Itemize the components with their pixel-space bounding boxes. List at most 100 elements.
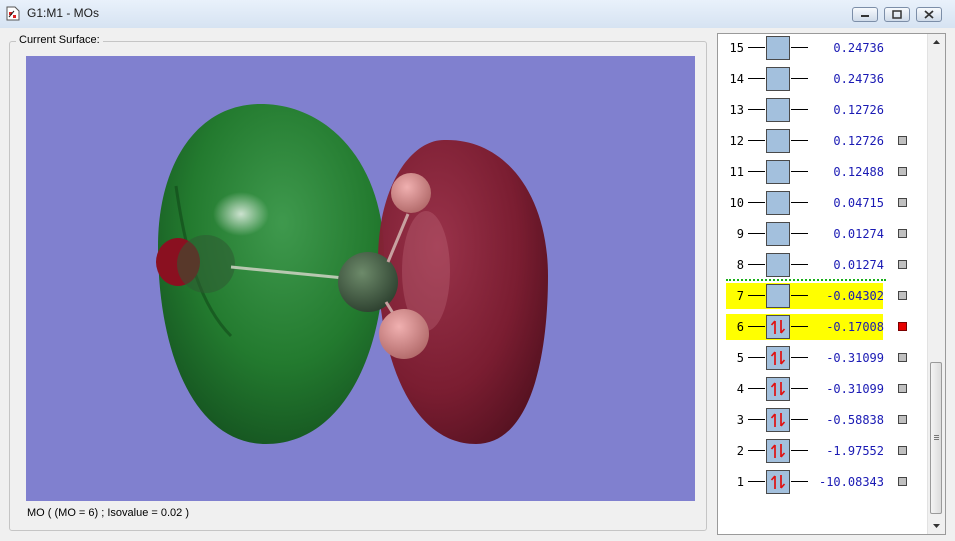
level-line-left xyxy=(748,109,765,110)
scroll-up-button[interactable] xyxy=(928,34,945,50)
mo-list-scrollbar[interactable] xyxy=(927,34,945,534)
level-line-left xyxy=(748,481,765,482)
mo-surface-checkbox[interactable] xyxy=(898,446,907,455)
level-line-left xyxy=(748,78,765,79)
hydrogen-atom xyxy=(391,173,431,213)
minimize-button[interactable] xyxy=(852,7,878,22)
mo-surface-checkbox[interactable] xyxy=(898,229,907,238)
mo-number: 8 xyxy=(736,258,744,272)
mo-surface-checkbox[interactable] xyxy=(898,477,907,486)
level-line-left xyxy=(748,450,765,451)
mo-number: 5 xyxy=(736,351,744,365)
electron-pair-icon xyxy=(770,444,786,458)
mo-energy: -0.58838 xyxy=(826,413,884,427)
chevron-up-icon xyxy=(933,40,940,44)
mo-level-box[interactable] xyxy=(766,129,790,153)
level-line-left xyxy=(748,326,765,327)
mo-surface-checkbox[interactable] xyxy=(898,136,907,145)
mo-row[interactable]: 3 -0.58838 xyxy=(718,407,926,433)
electron-pair-icon xyxy=(770,320,786,334)
mo-number: 9 xyxy=(736,227,744,241)
mo-energy: -0.04302 xyxy=(826,289,884,303)
mo-level-box[interactable] xyxy=(766,191,790,215)
mo-surface-checkbox[interactable] xyxy=(898,260,907,269)
mo-level-box[interactable] xyxy=(766,470,790,494)
electron-pair-icon xyxy=(770,475,786,489)
mo-level-box[interactable] xyxy=(766,346,790,370)
mo-level-box[interactable] xyxy=(766,36,790,60)
electron-pair-icon xyxy=(770,382,786,396)
chevron-down-icon xyxy=(933,524,940,528)
mo-energy: 0.12726 xyxy=(833,134,884,148)
mo-level-box[interactable] xyxy=(766,408,790,432)
mo-level-box[interactable] xyxy=(766,284,790,308)
mo-number: 10 xyxy=(729,196,744,210)
app-icon xyxy=(6,6,20,21)
mo-row[interactable]: 8 0.01274 xyxy=(718,252,926,278)
mo-level-box[interactable] xyxy=(766,253,790,277)
mo-row[interactable]: 15 0.24736 xyxy=(718,35,926,61)
mo-row[interactable]: 1 -10.08343 xyxy=(718,469,926,495)
mo-number: 7 xyxy=(736,289,744,303)
mo-row[interactable]: 6 -0.17008 xyxy=(718,314,926,340)
mo-surface-checkbox[interactable] xyxy=(898,415,907,424)
mo-number: 14 xyxy=(729,72,744,86)
mo-energy: 0.24736 xyxy=(833,72,884,86)
molecule-viewport[interactable] xyxy=(26,56,695,501)
mo-level-box[interactable] xyxy=(766,439,790,463)
mo-energy: 0.04715 xyxy=(833,196,884,210)
mo-surface-checkbox[interactable] xyxy=(898,167,907,176)
mo-row[interactable]: 13 0.12726 xyxy=(718,97,926,123)
mo-level-box[interactable] xyxy=(766,160,790,184)
scrollbar-thumb[interactable] xyxy=(930,362,942,514)
mo-energy: -0.17008 xyxy=(826,320,884,334)
mo-surface-checkbox[interactable] xyxy=(898,384,907,393)
mo-energy: -0.31099 xyxy=(826,351,884,365)
mo-row[interactable]: 4 -0.31099 xyxy=(718,376,926,402)
mo-row[interactable]: 7 -0.04302 xyxy=(718,283,926,309)
mo-energy: 0.01274 xyxy=(833,258,884,272)
level-line-left xyxy=(748,233,765,234)
mo-level-box[interactable] xyxy=(766,377,790,401)
homo-lumo-divider xyxy=(726,279,886,281)
scroll-down-button[interactable] xyxy=(928,518,945,534)
level-line-left xyxy=(748,171,765,172)
title-bar: G1:M1 - MOs xyxy=(0,0,955,28)
mo-surface-checkbox[interactable] xyxy=(898,353,907,362)
mo-row[interactable]: 2 -1.97552 xyxy=(718,438,926,464)
level-line-left xyxy=(748,47,765,48)
mo-number: 3 xyxy=(736,413,744,427)
mo-number: 15 xyxy=(729,41,744,55)
level-line-left xyxy=(748,140,765,141)
maximize-icon xyxy=(892,10,902,19)
mo-row[interactable]: 9 0.01274 xyxy=(718,221,926,247)
mo-number: 13 xyxy=(729,103,744,117)
mo-surface-checkbox[interactable] xyxy=(898,322,907,331)
orbital-render xyxy=(156,103,548,444)
level-line-left xyxy=(748,388,765,389)
mo-row[interactable]: 5 -0.31099 xyxy=(718,345,926,371)
minimize-icon xyxy=(861,15,869,17)
level-line-left xyxy=(748,264,765,265)
close-button[interactable] xyxy=(916,7,942,22)
hydrogen-atom xyxy=(379,309,429,359)
electron-pair-icon xyxy=(770,351,786,365)
mo-row[interactable]: 10 0.04715 xyxy=(718,190,926,216)
level-line-left xyxy=(748,295,765,296)
surface-group-label: Current Surface: xyxy=(16,34,103,46)
level-line-left xyxy=(748,357,765,358)
mo-surface-checkbox[interactable] xyxy=(898,291,907,300)
surface-status: MO ( (MO = 6) ; Isovalue = 0.02 ) xyxy=(27,507,189,519)
mo-row[interactable]: 14 0.24736 xyxy=(718,66,926,92)
mo-level-box[interactable] xyxy=(766,222,790,246)
mo-level-box[interactable] xyxy=(766,315,790,339)
mo-row[interactable]: 12 0.12726 xyxy=(718,128,926,154)
mo-level-box[interactable] xyxy=(766,98,790,122)
mo-surface-checkbox[interactable] xyxy=(898,198,907,207)
maximize-button[interactable] xyxy=(884,7,910,22)
mo-energy: -1.97552 xyxy=(826,444,884,458)
mo-number: 12 xyxy=(729,134,744,148)
mo-energy: 0.24736 xyxy=(833,41,884,55)
mo-level-box[interactable] xyxy=(766,67,790,91)
mo-row[interactable]: 11 0.12488 xyxy=(718,159,926,185)
